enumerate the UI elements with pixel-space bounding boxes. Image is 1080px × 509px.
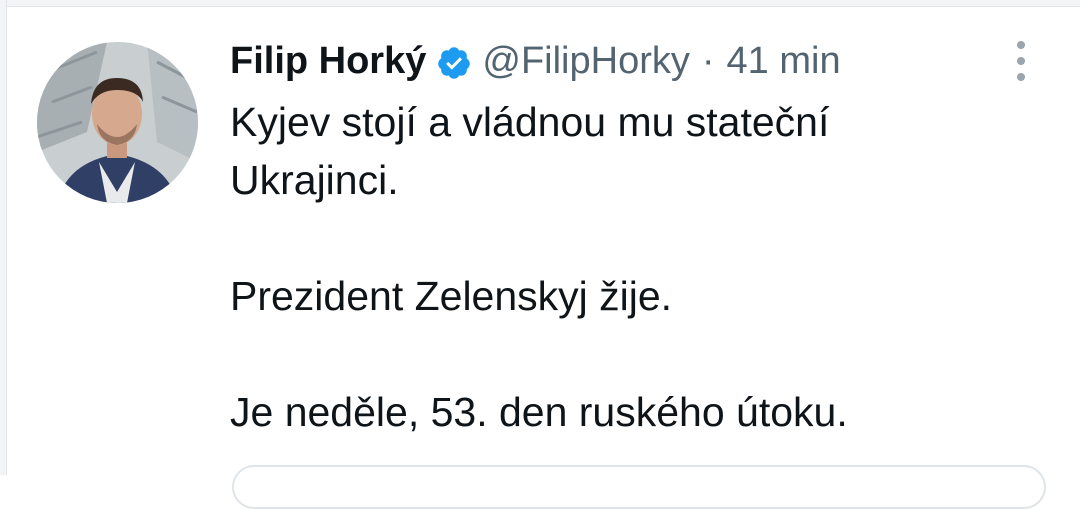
- quoted-tweet-card[interactable]: [232, 465, 1046, 509]
- tweet[interactable]: Filip Horký @FilipHorky · 41 min Kyjev s…: [7, 7, 1080, 509]
- more-dot: [1017, 41, 1025, 49]
- tweet-text: Kyjev stojí a vládnou mu stateční Ukraji…: [230, 93, 1030, 441]
- window-frame-left: [0, 0, 7, 475]
- tweet-text-line: Kyjev stojí a vládnou mu stateční: [230, 99, 830, 145]
- verified-badge-icon: [436, 43, 472, 79]
- window-frame-top: [0, 0, 1080, 7]
- header-separator: ·: [701, 40, 715, 82]
- author-handle[interactable]: @FilipHorky: [482, 35, 689, 87]
- tweet-text-blank-line: [230, 209, 1030, 267]
- tweet-timestamp[interactable]: 41 min: [727, 35, 841, 87]
- tweet-content: Filip Horký @FilipHorky · 41 min Kyjev s…: [230, 35, 1030, 441]
- avatar[interactable]: [37, 42, 198, 203]
- tweet-header: Filip Horký @FilipHorky · 41 min: [230, 35, 1030, 87]
- more-vertical-icon[interactable]: [1007, 41, 1035, 81]
- tweet-text-line: Prezident Zelenskyj žije.: [230, 273, 673, 319]
- tweet-text-blank-line: [230, 325, 1030, 383]
- tweet-text-line: Je neděle, 53. den ruského útoku.: [230, 389, 848, 435]
- tweet-text-line: Ukrajinci.: [230, 157, 399, 203]
- more-dot: [1017, 73, 1025, 81]
- more-dot: [1017, 57, 1025, 65]
- author-name[interactable]: Filip Horký: [230, 35, 426, 87]
